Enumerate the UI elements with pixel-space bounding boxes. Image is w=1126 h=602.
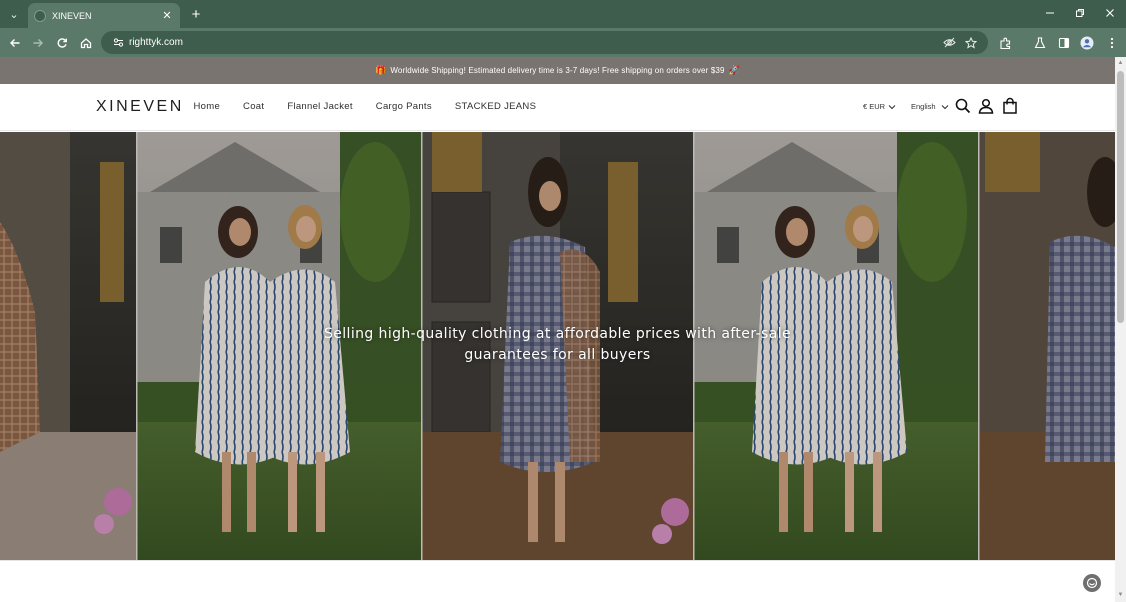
forward-icon[interactable] [27,32,49,54]
new-tab-button[interactable]: + [186,4,206,24]
gift-emoji: 🎁 [375,65,387,75]
nav-home[interactable]: Home [194,101,221,112]
announcement-text: Worldwide Shipping! Estimated delivery t… [390,66,725,75]
chevron-down-icon [941,104,948,109]
site-header: XINEVEN Home Coat Flannel Jacket Cargo P… [0,84,1115,131]
language-selector[interactable]: English [911,102,949,111]
scroll-up-icon[interactable]: ▲ [1117,60,1124,67]
nav-flannel-jacket[interactable]: Flannel Jacket [287,101,352,112]
bookmark-star-icon[interactable] [960,33,982,53]
browser-tab[interactable]: XINEVEN ✕ [28,3,180,28]
eye-off-icon[interactable] [938,33,960,53]
nav-cargo-pants[interactable]: Cargo Pants [376,101,432,112]
content-section [0,560,1115,602]
rocket-emoji: 🚀 [728,65,740,75]
tab-search-icon[interactable]: ⌄ [4,4,24,24]
url-text: righttyk.com [129,37,183,48]
site-logo[interactable]: XINEVEN [96,98,184,116]
chevron-down-icon [888,104,896,109]
language-label: English [911,102,936,111]
restore-button[interactable] [1066,4,1094,22]
side-panel-icon[interactable] [1053,32,1075,54]
tab-title: XINEVEN [52,10,92,21]
back-icon[interactable] [4,32,26,54]
profile-avatar-icon[interactable] [1076,32,1098,54]
favicon-icon [34,9,46,22]
currency-label: € EUR [863,102,886,111]
scroll-down-icon[interactable]: ▼ [1117,592,1124,599]
scroll-thumb[interactable] [1117,71,1124,323]
search-icon[interactable] [954,97,972,115]
browser-toolbar: righttyk.com [0,28,1126,57]
browser-menu-icon[interactable] [1101,32,1123,54]
tab-close-icon[interactable]: ✕ [160,9,174,22]
chat-icon[interactable] [1083,574,1101,592]
extensions-icon[interactable] [994,32,1016,54]
nav-stacked-jeans[interactable]: STACKED JEANS [455,101,536,112]
announcement-bar: 🎁 Worldwide Shipping! Estimated delivery… [0,57,1115,84]
hero-tagline: Selling high-quality clothing at afforda… [323,326,792,363]
minimize-button[interactable] [1036,4,1064,22]
address-bar[interactable]: righttyk.com [101,31,988,54]
labs-flask-icon[interactable] [1029,32,1051,54]
cart-icon[interactable] [1001,97,1019,115]
browser-tab-strip: ⌄ XINEVEN ✕ + [0,0,1126,28]
currency-selector[interactable]: € EUR [863,102,896,111]
site-info-icon[interactable] [109,34,127,52]
account-icon[interactable] [977,97,995,115]
reload-icon[interactable] [51,32,73,54]
close-window-button[interactable] [1096,4,1124,22]
nav-coat[interactable]: Coat [243,101,264,112]
page-scrollbar[interactable]: ▲ ▼ [1115,57,1126,602]
main-nav: Home Coat Flannel Jacket Cargo Pants STA… [182,101,548,112]
hero-banner: Selling high-quality clothing at afforda… [0,132,1115,560]
home-icon[interactable] [75,32,97,54]
